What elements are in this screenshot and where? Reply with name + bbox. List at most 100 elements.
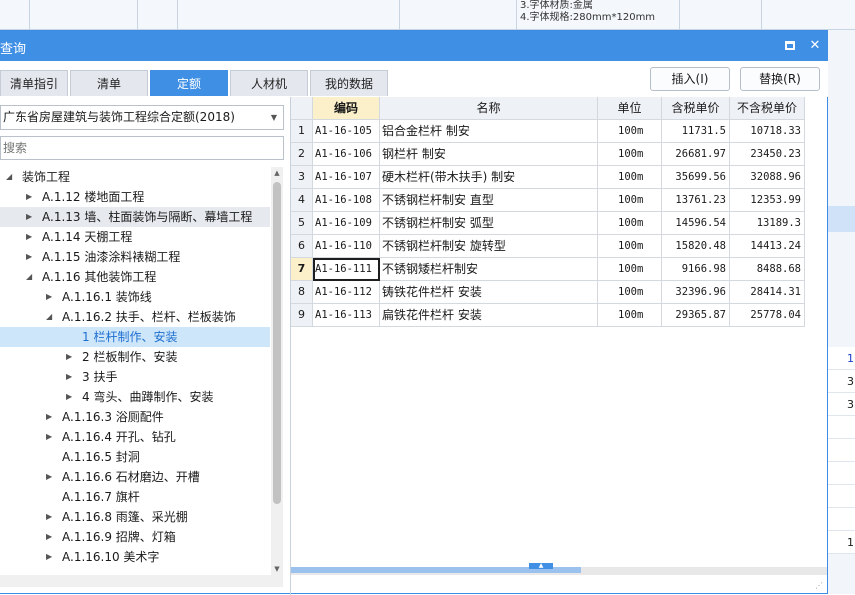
tree-node-selected[interactable]: 1 栏杆制作、安装 xyxy=(0,327,270,347)
tree-node[interactable]: ◢ 装饰工程 xyxy=(0,167,270,187)
table-row-current[interactable]: 7 A1-16-111 不锈钢矮栏杆制安 100m 9166.98 8488.6… xyxy=(291,258,827,281)
cell-price-tax[interactable]: 9166.98 xyxy=(662,258,730,281)
table-row[interactable]: 3 A1-16-107 硬木栏杆(带木扶手) 制安 100m 35699.56 … xyxy=(291,166,827,189)
dialog-titlebar[interactable]: 查询 ✕ xyxy=(0,31,828,61)
tree-node[interactable]: ▶ A.1.14 天棚工程 xyxy=(0,227,270,247)
tab-bill[interactable]: 清单 xyxy=(70,70,148,96)
tree-vertical-scrollbar[interactable]: ▲ ▼ xyxy=(271,167,283,575)
column-header-unit[interactable]: 单位 xyxy=(598,97,662,120)
table-row[interactable]: 5 A1-16-109 不锈钢栏杆制安 弧型 100m 14596.54 131… xyxy=(291,212,827,235)
cell-name[interactable]: 铝合金栏杆 制安 xyxy=(380,120,598,143)
tab-labor-material-machine[interactable]: 人材机 xyxy=(230,70,308,96)
tab-list-guide[interactable]: 清单指引 xyxy=(0,70,68,96)
tree-node[interactable]: ▶ A.1.16.8 雨篷、采光棚 xyxy=(0,507,270,527)
table-row[interactable]: 1 A1-16-105 铝合金栏杆 制安 100m 11731.5 10718.… xyxy=(291,120,827,143)
tree-node[interactable]: ▶ 2 栏板制作、安装 xyxy=(0,347,270,367)
tree-node[interactable]: ◢ A.1.16 其他装饰工程 xyxy=(0,267,270,287)
cell-price-tax[interactable]: 29365.87 xyxy=(662,304,730,327)
cell-price-tax[interactable]: 26681.97 xyxy=(662,143,730,166)
tree-node[interactable]: ▶ A.1.16.3 浴厕配件 xyxy=(0,407,270,427)
expand-arrow-icon[interactable]: ▶ xyxy=(26,187,32,207)
cell-price-notax[interactable]: 32088.96 xyxy=(730,166,805,189)
expand-arrow-icon[interactable]: ▶ xyxy=(26,227,32,247)
table-horizontal-scrollbar[interactable]: ▲ xyxy=(291,563,827,575)
cell-price-tax[interactable]: 14596.54 xyxy=(662,212,730,235)
table-row[interactable]: 6 A1-16-110 不锈钢栏杆制安 旋转型 100m 15820.48 14… xyxy=(291,235,827,258)
scrollbar-thumb[interactable] xyxy=(273,182,281,504)
cell-unit[interactable]: 100m xyxy=(598,143,662,166)
tree-node[interactable]: A.1.16.7 旗杆 xyxy=(0,487,270,507)
cell-code[interactable]: A1-16-113 xyxy=(313,304,380,327)
expand-arrow-icon[interactable]: ▶ xyxy=(66,347,72,367)
tree-node[interactable]: ▶ A.1.16.4 开孔、钻孔 xyxy=(0,427,270,447)
tree-node[interactable]: ◢ A.1.16.2 扶手、栏杆、栏板装饰 xyxy=(0,307,270,327)
cell-unit[interactable]: 100m xyxy=(598,235,662,258)
maximize-button[interactable] xyxy=(781,37,799,55)
cell-unit[interactable]: 100m xyxy=(598,189,662,212)
expand-arrow-icon[interactable]: ▶ xyxy=(66,367,72,387)
cell-name[interactable]: 不锈钢栏杆制安 旋转型 xyxy=(380,235,598,258)
expand-arrow-icon[interactable]: ▶ xyxy=(46,467,52,487)
cell-unit[interactable]: 100m xyxy=(598,258,662,281)
tree-horizontal-scrollbar[interactable] xyxy=(0,575,283,587)
cell-price-tax[interactable]: 15820.48 xyxy=(662,235,730,258)
cell-unit[interactable]: 100m xyxy=(598,304,662,327)
column-header-price-tax[interactable]: 含税单价 xyxy=(662,97,730,120)
cell-price-tax[interactable]: 35699.56 xyxy=(662,166,730,189)
cell-name[interactable]: 不锈钢栏杆制安 直型 xyxy=(380,189,598,212)
cell-name[interactable]: 硬木栏杆(带木扶手) 制安 xyxy=(380,166,598,189)
cell-price-tax[interactable]: 32396.96 xyxy=(662,281,730,304)
expand-arrow-icon[interactable]: ▶ xyxy=(66,387,72,407)
insert-button[interactable]: 插入(I) xyxy=(650,67,730,91)
cell-name[interactable]: 钢栏杆 制安 xyxy=(380,143,598,166)
cell-price-tax[interactable]: 11731.5 xyxy=(662,120,730,143)
column-header-name[interactable]: 名称 xyxy=(380,97,598,120)
collapse-arrow-icon[interactable]: ◢ xyxy=(6,167,12,187)
expand-arrow-icon[interactable]: ▶ xyxy=(46,407,52,427)
cell-name[interactable]: 扁铁花件栏杆 安装 xyxy=(380,304,598,327)
replace-button[interactable]: 替换(R) xyxy=(740,67,820,91)
cell-code[interactable]: A1-16-110 xyxy=(313,235,380,258)
cell-unit[interactable]: 100m xyxy=(598,281,662,304)
cell-code[interactable]: A1-16-105 xyxy=(313,120,380,143)
cell-price-notax[interactable]: 13189.3 xyxy=(730,212,805,235)
scroll-up-icon[interactable]: ▲ xyxy=(271,167,283,179)
tree-node[interactable]: ▶ A.1.16.9 招牌、灯箱 xyxy=(0,527,270,547)
expand-arrow-icon[interactable]: ▶ xyxy=(46,507,52,527)
table-row[interactable]: 8 A1-16-112 铸铁花件栏杆 安装 100m 32396.96 2841… xyxy=(291,281,827,304)
cell-code[interactable]: A1-16-107 xyxy=(313,166,380,189)
search-input[interactable] xyxy=(0,136,284,160)
cell-price-notax[interactable]: 10718.33 xyxy=(730,120,805,143)
cell-price-notax[interactable]: 14413.24 xyxy=(730,235,805,258)
table-row[interactable]: 4 A1-16-108 不锈钢栏杆制安 直型 100m 13761.23 123… xyxy=(291,189,827,212)
tree-node[interactable]: ▶ A.1.16.6 石材磨边、开槽 xyxy=(0,467,270,487)
cell-price-tax[interactable]: 13761.23 xyxy=(662,189,730,212)
tree-node[interactable]: ▶ 4 弯头、曲蹲制作、安装 xyxy=(0,387,270,407)
splitter-grip-icon[interactable]: ▲ xyxy=(529,563,553,569)
cell-code[interactable]: A1-16-108 xyxy=(313,189,380,212)
cell-name[interactable]: 铸铁花件栏杆 安装 xyxy=(380,281,598,304)
tree-node[interactable]: ▶ 3 扶手 xyxy=(0,367,270,387)
expand-arrow-icon[interactable]: ▶ xyxy=(46,427,52,447)
cell-price-notax[interactable]: 12353.99 xyxy=(730,189,805,212)
cell-code[interactable]: A1-16-109 xyxy=(313,212,380,235)
scroll-down-icon[interactable]: ▼ xyxy=(271,563,283,575)
column-header-code[interactable]: 编码 xyxy=(313,97,380,120)
cell-price-notax[interactable]: 28414.31 xyxy=(730,281,805,304)
collapse-arrow-icon[interactable]: ◢ xyxy=(46,307,52,327)
cell-code[interactable]: A1-16-106 xyxy=(313,143,380,166)
expand-arrow-icon[interactable]: ▶ xyxy=(46,547,52,567)
cell-price-notax[interactable]: 8488.68 xyxy=(730,258,805,281)
cell-name[interactable]: 不锈钢矮栏杆制安 xyxy=(380,258,598,281)
table-row[interactable]: 2 A1-16-106 钢栏杆 制安 100m 26681.97 23450.2… xyxy=(291,143,827,166)
tab-quota[interactable]: 定额 xyxy=(150,70,228,96)
tree-node[interactable]: A.1.16.5 封洞 xyxy=(0,447,270,467)
tree-node[interactable]: ▶ A.1.16.1 装饰线 xyxy=(0,287,270,307)
cell-unit[interactable]: 100m xyxy=(598,120,662,143)
tree-node[interactable]: ▶ A.1.13 墙、柱面装饰与隔断、幕墙工程 xyxy=(0,207,270,227)
expand-arrow-icon[interactable]: ▶ xyxy=(26,247,32,267)
cell-code-focused[interactable]: A1-16-111 xyxy=(313,258,380,281)
cell-code[interactable]: A1-16-112 xyxy=(313,281,380,304)
expand-arrow-icon[interactable]: ▶ xyxy=(46,287,52,307)
expand-arrow-icon[interactable]: ▶ xyxy=(46,527,52,547)
